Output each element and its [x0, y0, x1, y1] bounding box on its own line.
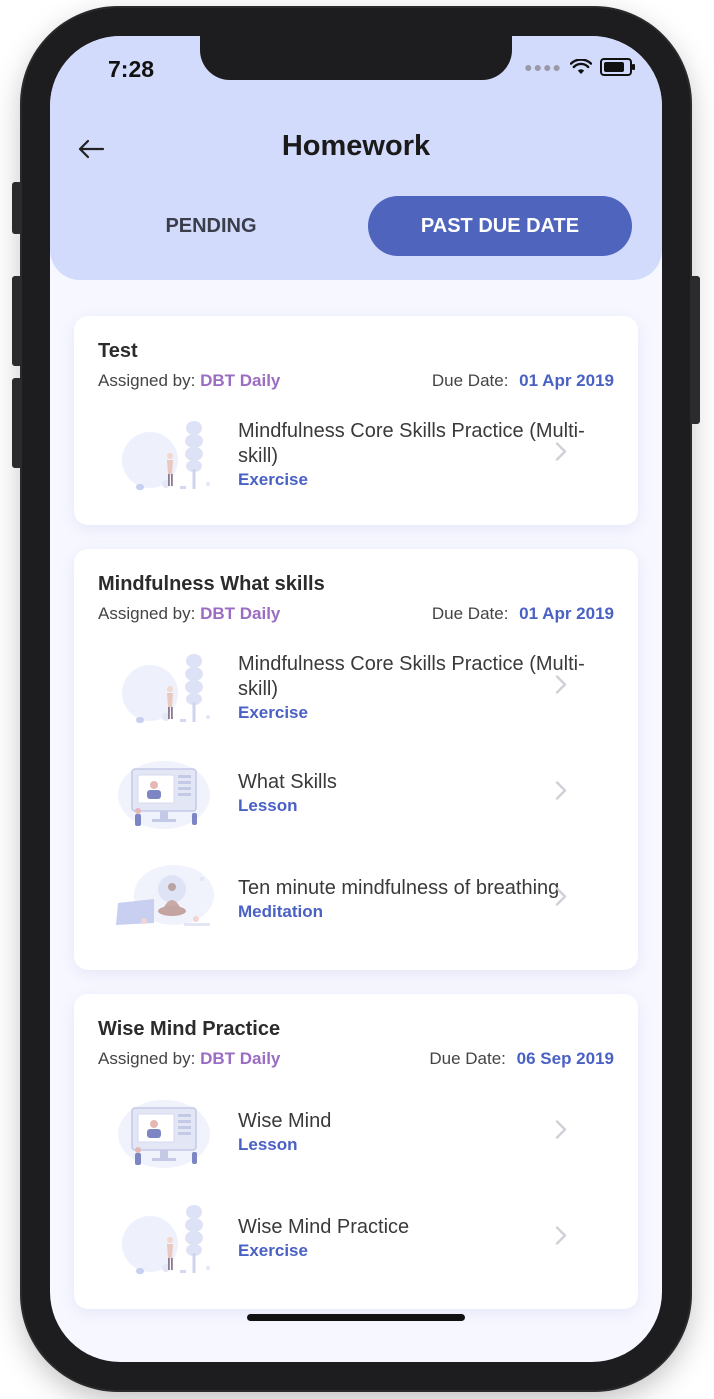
chevron-right-icon	[554, 1119, 568, 1146]
homework-card: Wise Mind Practice Assigned by: DBT Dail…	[74, 994, 638, 1309]
card-title: Wise Mind Practice	[98, 1018, 281, 1040]
activity-item[interactable]: Ten minute mindfulness of breathing Medi…	[98, 846, 614, 952]
homework-card: Test Assigned by: DBT Daily Due Date: 01…	[74, 316, 638, 525]
mute-switch	[12, 182, 22, 234]
volume-down-button	[12, 378, 22, 468]
assigned-by: Assigned by: DBT Daily	[98, 371, 280, 391]
due-date-label: Due Date:	[429, 1049, 506, 1068]
chevron-right-icon	[554, 441, 568, 468]
activity-item[interactable]: Wise Mind Practice Exercise	[98, 1185, 614, 1291]
homework-card: Mindfulness What skills Assigned by: DBT…	[74, 549, 638, 970]
due-date-label: Due Date:	[431, 371, 509, 390]
chevron-right-icon	[554, 674, 568, 701]
assigned-by-value: DBT Daily	[200, 1049, 281, 1068]
exercise-illustration	[114, 1198, 218, 1278]
page-title: Homework	[281, 130, 431, 162]
due-date-value: 06 Sep 2019	[516, 1049, 614, 1068]
signal-icon: ●●●●	[524, 59, 562, 75]
card-meta: Assigned by: DBT Daily Due Date: 01 Apr …	[98, 371, 614, 391]
activity-item[interactable]: What Skills Lesson	[98, 740, 614, 846]
card-title: Mindfulness What skills	[98, 573, 325, 595]
activity-type: Exercise	[238, 702, 308, 722]
power-button	[690, 276, 700, 424]
tab-pending[interactable]: PENDING	[79, 196, 343, 256]
activity-item[interactable]: Mindfulness Core Skills Practice (Multi-…	[98, 634, 614, 740]
meditation-illustration	[114, 859, 218, 939]
assigned-by: Assigned by: DBT Daily	[98, 1049, 280, 1069]
assigned-by-label: Assigned by:	[98, 1049, 196, 1068]
home-indicator	[247, 1314, 465, 1321]
due-date: Due Date: 01 Apr 2019	[432, 371, 614, 391]
homework-list: Test Assigned by: DBT Daily Due Date: 01…	[74, 316, 638, 1333]
card-meta: Assigned by: DBT Daily Due Date: 01 Apr …	[98, 604, 614, 624]
due-date-label: Due Date:	[431, 604, 509, 623]
due-date: Due Date: 06 Sep 2019	[429, 1049, 614, 1069]
assigned-by-value: DBT Daily	[200, 371, 281, 390]
activity-item[interactable]: Mindfulness Core Skills Practice (Multi-…	[98, 401, 614, 507]
lesson-illustration	[114, 1092, 218, 1172]
chevron-right-icon	[554, 886, 568, 913]
due-date-value: 01 Apr 2019	[519, 371, 614, 390]
status-icons: ●●●●	[524, 58, 635, 76]
exercise-illustration	[114, 647, 218, 727]
assigned-by: Assigned by: DBT Daily	[98, 604, 280, 624]
notch	[200, 36, 512, 80]
activity-type: Exercise	[238, 469, 308, 489]
assigned-by-label: Assigned by:	[98, 371, 196, 390]
activity-item[interactable]: Wise Mind Lesson	[98, 1079, 614, 1185]
status-time: 7:28	[108, 56, 155, 82]
tab-past-due-date[interactable]: PAST DUE DATE	[368, 196, 632, 256]
card-title: Test	[98, 340, 138, 362]
due-date: Due Date: 01 Apr 2019	[432, 604, 614, 624]
due-date-value: 01 Apr 2019	[519, 604, 614, 623]
exercise-illustration	[114, 414, 218, 494]
app-screen: 7:28 ●●●● Homework PENDING PAST DUE DATE…	[50, 36, 662, 1362]
lesson-illustration	[114, 753, 218, 833]
chevron-right-icon	[554, 780, 568, 807]
wifi-icon	[570, 59, 592, 74]
assigned-by-label: Assigned by:	[98, 604, 196, 623]
card-meta: Assigned by: DBT Daily Due Date: 06 Sep …	[98, 1049, 614, 1069]
battery-icon	[600, 58, 635, 76]
assigned-by-value: DBT Daily	[200, 604, 281, 623]
volume-up-button	[12, 276, 22, 366]
chevron-right-icon	[554, 1225, 568, 1252]
